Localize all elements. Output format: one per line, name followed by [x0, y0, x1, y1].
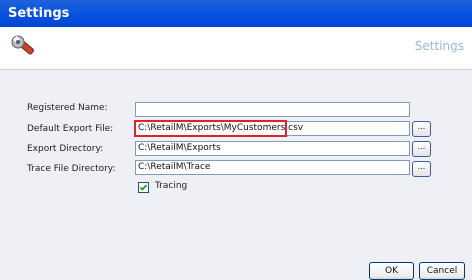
header-title: Settings: [414, 39, 464, 53]
default-export-file-field[interactable]: C:\RetailM\Exports\MyCustomers.csv: [135, 121, 410, 136]
trace-file-directory-field[interactable]: C:\RetailM\Trace: [135, 160, 410, 175]
tracing-label: Tracing: [155, 181, 188, 191]
checkmark-icon: [139, 184, 148, 191]
default-export-file-browse-button[interactable]: ...: [412, 121, 431, 137]
export-directory-field[interactable]: C:\RetailM\Exports: [135, 141, 410, 156]
settings-window: Settings Settings Registered Name: Defau…: [0, 0, 472, 280]
export-directory-label: Export Directory:: [27, 144, 104, 154]
window-title: Settings: [0, 0, 472, 27]
tracing-checkbox[interactable]: [138, 182, 149, 193]
export-directory-browse-button[interactable]: ...: [412, 141, 431, 157]
trace-file-directory-browse-button[interactable]: ...: [412, 161, 431, 177]
ok-button[interactable]: OK: [369, 262, 414, 280]
cancel-button[interactable]: Cancel: [419, 262, 465, 280]
registered-name-field[interactable]: [135, 102, 410, 117]
default-export-file-label: Default Export File:: [27, 124, 114, 134]
header-banner: Settings: [0, 27, 472, 69]
wrench-icon: [10, 34, 38, 62]
registered-name-label: Registered Name:: [27, 103, 108, 113]
trace-file-directory-label: Trace File Directory:: [27, 164, 116, 174]
settings-form: Registered Name: Default Export File: C:…: [0, 70, 472, 280]
